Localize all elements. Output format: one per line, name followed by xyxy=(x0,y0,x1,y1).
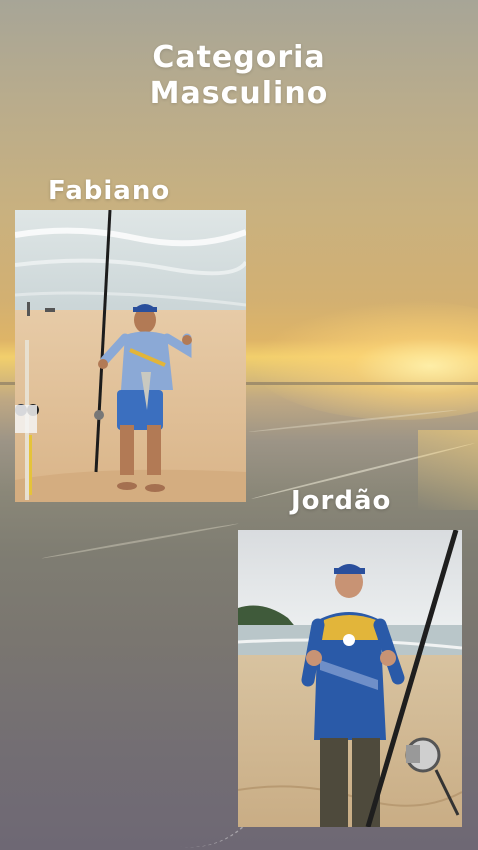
wave-line xyxy=(41,522,239,560)
athlete-photo-jordao[interactable] xyxy=(238,530,462,827)
athlete-name-fabiano: Fabiano xyxy=(48,176,171,206)
title-line-2: Masculino xyxy=(149,76,329,111)
wet-sand-reflection xyxy=(418,430,478,510)
athlete-photo-fabiano[interactable] xyxy=(15,210,246,502)
category-title: Categoria Masculino xyxy=(0,40,478,112)
angler-with-surf-rod-photo-icon xyxy=(15,210,246,502)
sunset-glow xyxy=(250,300,478,420)
story-canvas: Categoria Masculino Fabiano Jordão xyxy=(0,0,478,850)
athlete-name-jordao: Jordão xyxy=(291,486,392,516)
angler-with-rod-and-reel-photo-icon xyxy=(238,530,462,827)
title-line-1: Categoria xyxy=(152,40,326,75)
